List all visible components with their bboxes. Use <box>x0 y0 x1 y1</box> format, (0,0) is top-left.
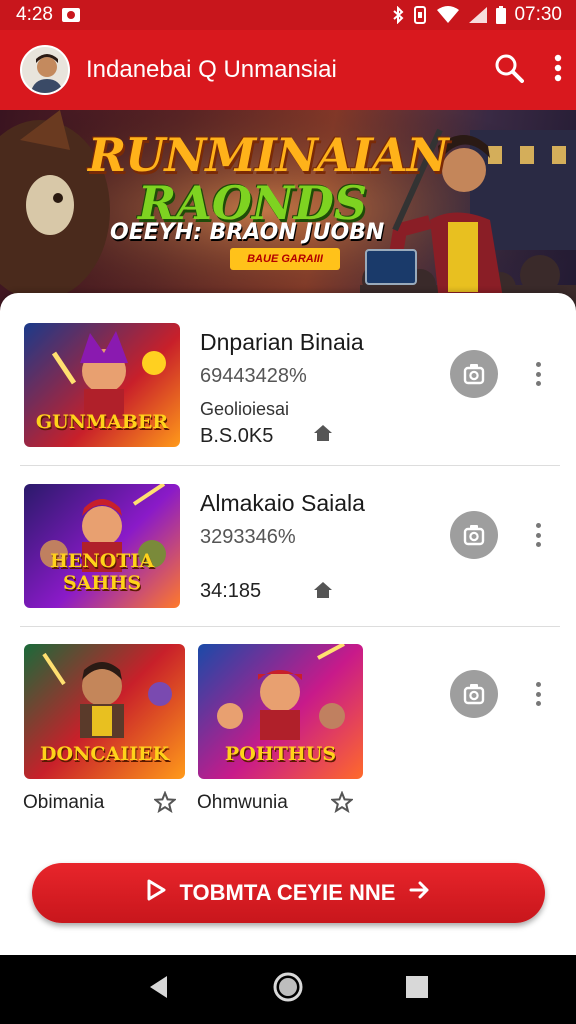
recents-icon[interactable] <box>405 975 429 1004</box>
arrow-right-icon <box>409 880 431 906</box>
game-rating: 69443428% <box>200 365 307 387</box>
wifi-icon <box>436 6 460 24</box>
game-thumbnail[interactable]: POHTHUS <box>198 644 363 779</box>
signal-icon <box>468 6 488 24</box>
thumbnail-label: DONCAIIEK <box>39 743 170 765</box>
star-icon[interactable] <box>152 790 178 818</box>
cta-button[interactable]: TOBMTA CEYIE NNE <box>32 863 545 923</box>
play-icon <box>146 879 166 907</box>
game-title: Almakaio Saiala <box>200 490 365 516</box>
thumbnail-label: POHTHUS <box>224 743 337 765</box>
install-button[interactable] <box>450 511 498 559</box>
game-list-panel: GUNMABER Dnparian Binaia 69443428% Geoli… <box>0 293 576 955</box>
hero-banner[interactable]: RUNMINAIAN RAONDS OEEYH: BRAON JUOBN BAU… <box>0 110 576 310</box>
game-rating: 3293346% <box>200 526 296 548</box>
hero-tag[interactable]: BAUE GARAIII <box>230 248 340 270</box>
system-nav-bar <box>0 955 576 1024</box>
home-icon <box>313 423 333 448</box>
back-icon[interactable] <box>147 974 171 1005</box>
hero-title-line1: RUNMINAIAN <box>88 128 449 182</box>
avatar[interactable] <box>20 45 70 95</box>
app-bar: Indanebai Q Unmansiai <box>0 30 576 110</box>
camera-icon <box>463 364 485 385</box>
more-vert-icon[interactable] <box>554 54 562 87</box>
list-item[interactable]: GUNMABER Dnparian Binaia 69443428% Geoli… <box>0 315 576 478</box>
camera-icon <box>463 684 485 705</box>
status-bar: 4:28 07:30 <box>0 0 576 30</box>
thumbnail-label: HENOTIA SAHHS <box>49 550 155 594</box>
app-title: Indanebai Q Unmansiai <box>86 56 337 83</box>
item-more-icon[interactable] <box>528 517 548 553</box>
game-thumbnail[interactable]: DONCAIIEK <box>24 644 185 779</box>
game-thumbnail[interactable]: HENOTIA SAHHS <box>24 484 180 608</box>
star-icon[interactable] <box>329 790 355 818</box>
divider <box>20 626 560 627</box>
install-button[interactable] <box>450 670 498 718</box>
item-more-icon[interactable] <box>528 676 548 712</box>
cta-label: TOBMTA CEYIE NNE <box>179 880 396 905</box>
item-more-icon[interactable] <box>528 356 548 392</box>
mini-game-label: Obimania <box>23 792 105 813</box>
game-size: B.S.0K5 <box>200 425 274 447</box>
home-icon <box>313 580 333 605</box>
search-icon[interactable] <box>494 53 524 88</box>
list-item[interactable]: DONCAIIEK POHTHUS Obimania Ohmwunia <box>0 636 576 826</box>
mini-game-label: Ohmwunia <box>197 792 288 813</box>
list-item[interactable]: HENOTIA SAHHS Almakaio Saiala 3293346% 3… <box>0 476 576 639</box>
home-button-icon[interactable] <box>272 971 304 1008</box>
bluetooth-icon <box>392 6 404 24</box>
vibrate-icon <box>412 6 428 24</box>
status-clock: 07:30 <box>514 4 562 25</box>
game-thumbnail[interactable]: GUNMABER <box>24 323 180 447</box>
hero-subtitle: OEEYH: BRAON JUOBN <box>110 220 385 245</box>
status-time: 4:28 <box>16 4 53 25</box>
game-title: Dnparian Binaia <box>200 329 364 355</box>
divider <box>20 465 560 466</box>
camera-icon <box>463 525 485 546</box>
notification-icon <box>61 7 81 23</box>
game-developer: Geolioiesai <box>200 399 290 419</box>
battery-icon <box>496 6 507 24</box>
install-button[interactable] <box>450 350 498 398</box>
thumbnail-label: GUNMABER <box>35 411 169 433</box>
game-size: 34:185 <box>200 580 262 602</box>
